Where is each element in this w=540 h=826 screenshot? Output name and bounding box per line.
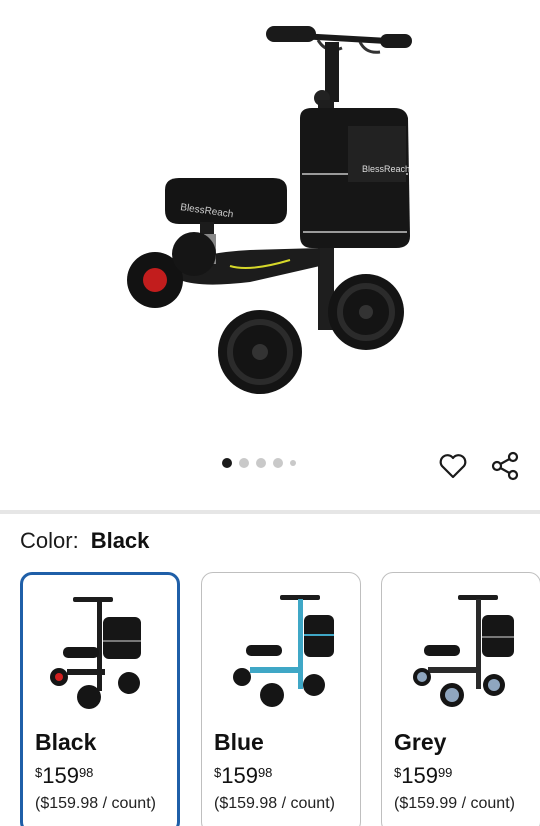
section-divider [0, 510, 540, 514]
gallery-dot-1[interactable] [222, 458, 232, 468]
gallery-dot-4[interactable] [273, 458, 283, 468]
gallery-pagination[interactable] [222, 458, 296, 468]
variant-name: Grey [394, 729, 447, 755]
variant-name: Black [35, 729, 97, 755]
product-image-gallery[interactable]: BlessReach BlessReach [0, 0, 540, 445]
gallery-dot-2[interactable] [239, 458, 249, 468]
variant-unit-price: ($159.99 / count) [394, 795, 515, 812]
gallery-dot-3[interactable] [256, 458, 266, 468]
variant-price: $159 99 [394, 763, 453, 788]
heart-outline-icon [439, 454, 467, 479]
color-selector-header: Color: Black [20, 528, 149, 554]
variant-price: $159 98 [35, 763, 94, 788]
gallery-dot-5[interactable] [290, 460, 296, 466]
svg-text:BlessReach: BlessReach [362, 164, 410, 174]
variant-name: Blue [214, 729, 264, 755]
share-icon [491, 451, 519, 481]
variant-price: $159 98 [214, 763, 273, 788]
variant-thumbnail-blue [233, 595, 334, 707]
variant-unit-price: ($159.98 / count) [214, 795, 335, 812]
variant-card-grey[interactable]: Grey $159 99 ($159.99 / count) [381, 572, 540, 826]
favorite-button[interactable] [436, 449, 470, 483]
variant-card-black[interactable]: Black $159 98 ($159.98 / count) [20, 572, 180, 826]
variant-unit-price: ($159.98 / count) [35, 795, 156, 812]
share-button[interactable] [488, 449, 522, 483]
selected-color-value: Black [90, 528, 150, 553]
variant-thumbnail-black [50, 597, 141, 709]
variant-card-blue[interactable]: Blue $159 98 ($159.98 / count) [201, 572, 361, 826]
variant-thumbnail-grey [413, 595, 514, 707]
knee-scooter-image: BlessReach BlessReach [127, 26, 412, 394]
color-label: Color: [20, 528, 79, 553]
